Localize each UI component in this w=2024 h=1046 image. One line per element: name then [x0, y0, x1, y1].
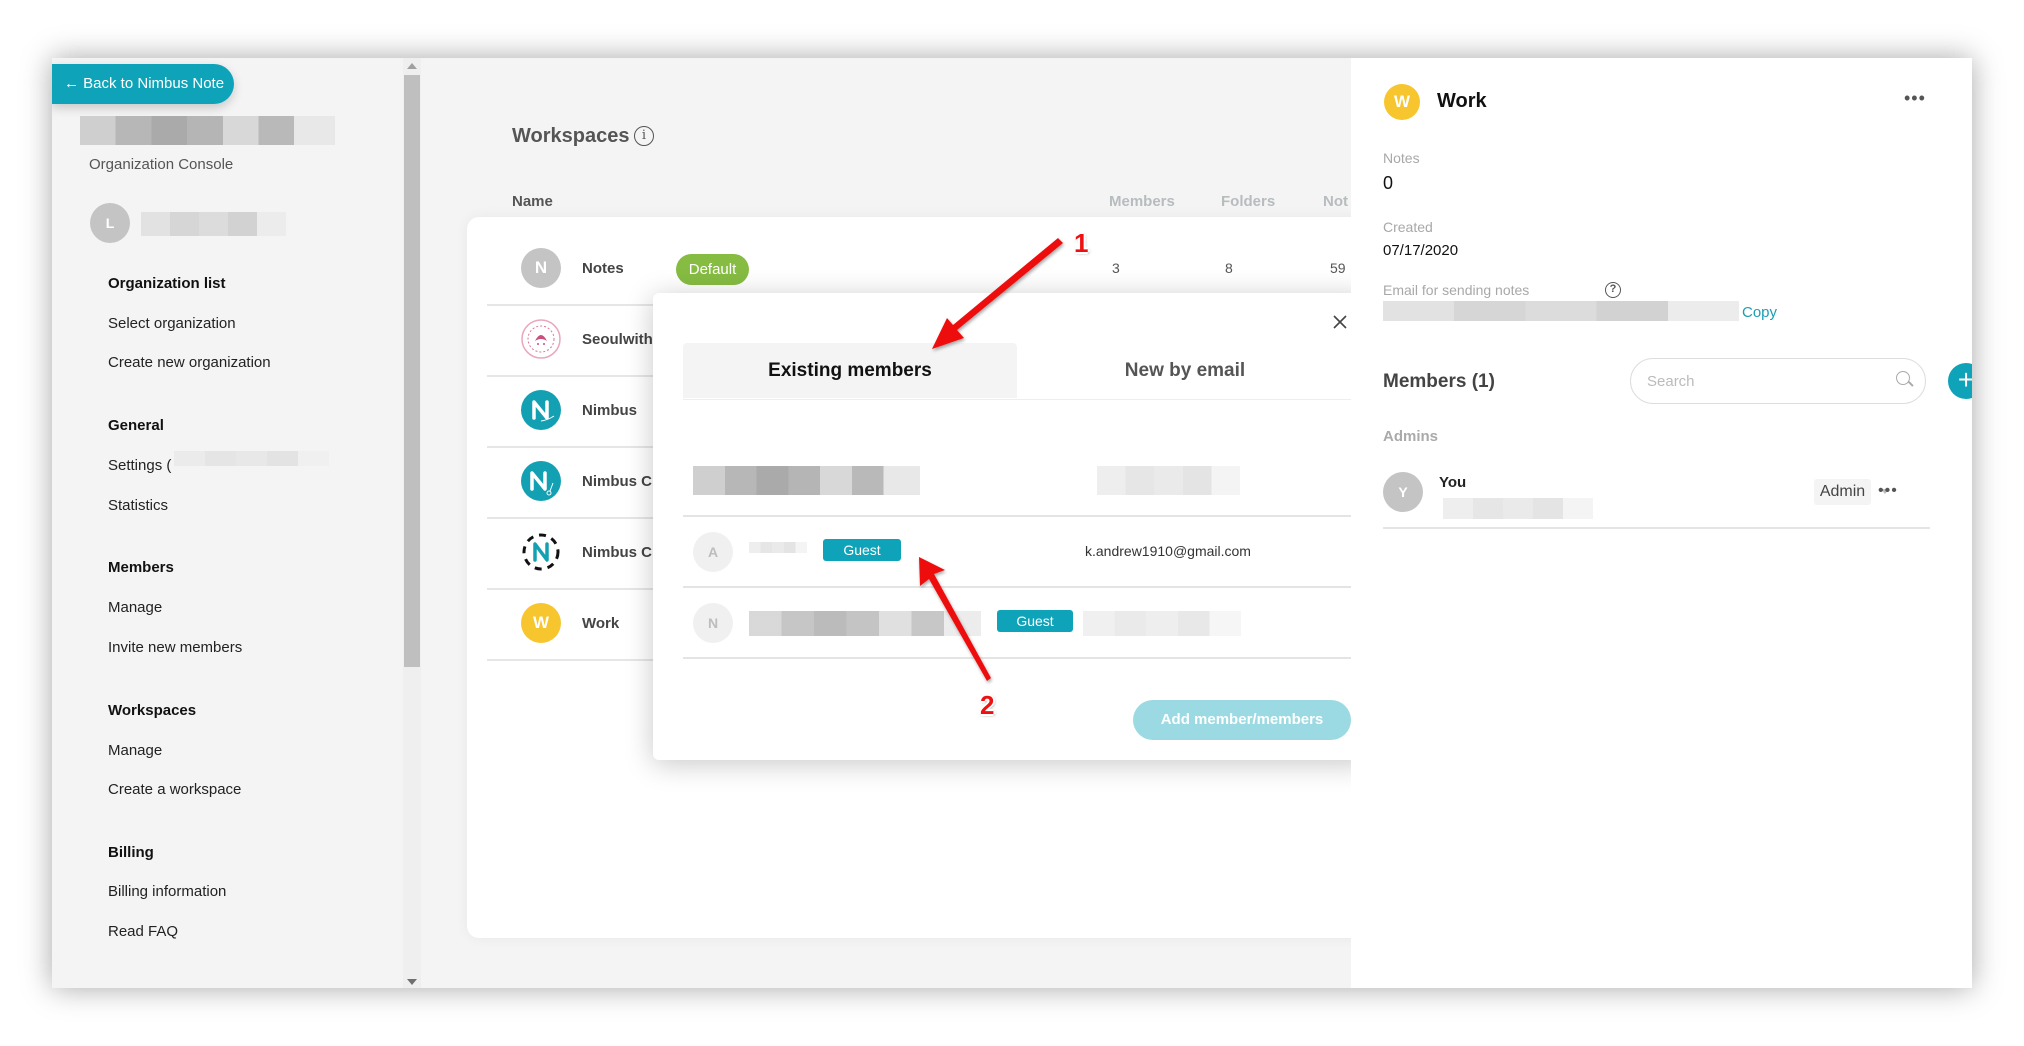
workspace-name: Nimbus C	[582, 544, 653, 561]
member-name-redacted	[749, 542, 807, 553]
column-header-members: Members	[1109, 193, 1175, 210]
copy-link[interactable]: Copy	[1742, 304, 1777, 321]
organization-console-label: Organization Console	[89, 156, 234, 173]
section-billing: Billing	[108, 844, 154, 861]
nimbus-clip-logo-icon	[521, 461, 561, 501]
default-badge: Default	[676, 254, 749, 285]
add-member-button[interactable]: +	[1948, 363, 1972, 399]
sidebar-item-workspaces-manage[interactable]: Manage	[108, 742, 162, 759]
sidebar-item-select-organization[interactable]: Select organization	[108, 315, 236, 332]
sidebar-item-invite-new-members[interactable]: Invite new members	[108, 639, 242, 656]
tab-divider	[683, 399, 1353, 400]
app-window: ← Back to Nimbus Note Organization Conso…	[52, 58, 1972, 988]
guest-badge[interactable]: Guest	[997, 610, 1073, 632]
column-header-notes: Not	[1323, 193, 1348, 210]
member-avatar: Y	[1383, 472, 1423, 512]
member-avatar: N	[693, 603, 733, 643]
member-name-redacted	[693, 466, 920, 495]
seoul-with-love-logo-icon	[521, 319, 561, 359]
member-divider	[683, 586, 1353, 588]
member-email: k.andrew1910@gmail.com	[1085, 543, 1251, 559]
workspace-avatar: W	[521, 603, 561, 643]
workspace-name: Notes	[582, 260, 624, 277]
section-workspaces: Workspaces	[108, 702, 197, 719]
more-options-icon[interactable]: •••	[1904, 88, 1926, 109]
annotation-label-1: 1	[1074, 228, 1089, 258]
workspace-details-panel: W Work ••• Notes 0 Created 07/17/2020 Em…	[1351, 58, 1972, 988]
sidebar: ← Back to Nimbus Note Organization Conso…	[52, 58, 422, 988]
created-date: 07/17/2020	[1383, 242, 1459, 259]
notes-value: 0	[1383, 173, 1394, 193]
add-members-modal: Existing members New by email A Guest k.…	[653, 293, 1371, 760]
back-to-nimbus-note-button[interactable]: ← Back to Nimbus Note	[52, 64, 234, 104]
sidebar-item-billing-information[interactable]: Billing information	[108, 883, 226, 900]
organization-name-redacted	[80, 116, 335, 145]
member-divider	[683, 657, 1353, 659]
user-name-redacted	[141, 212, 286, 236]
annotation-label-2: 2	[980, 690, 995, 720]
workspace-name: Nimbus C	[582, 473, 653, 490]
info-icon[interactable]: i	[634, 126, 654, 146]
sidebar-item-settings[interactable]: Settings (	[108, 457, 171, 474]
page-title: Workspaces	[512, 125, 630, 147]
member-divider	[1383, 527, 1930, 529]
created-label: Created	[1383, 219, 1433, 235]
sidebar-item-read-faq[interactable]: Read FAQ	[108, 923, 178, 940]
help-icon[interactable]: ?	[1605, 282, 1621, 298]
sidebar-item-create-a-workspace[interactable]: Create a workspace	[108, 781, 241, 798]
sidebar-item-create-new-organization[interactable]: Create new organization	[108, 354, 271, 371]
scroll-up-arrow-icon[interactable]	[407, 63, 417, 69]
member-name-redacted	[749, 611, 981, 636]
sidebar-scrollbar[interactable]	[403, 58, 421, 988]
admins-label: Admins	[1383, 428, 1439, 445]
tab-existing-members[interactable]: Existing members	[683, 343, 1017, 398]
workspace-avatar: N	[521, 248, 561, 288]
sidebar-item-statistics[interactable]: Statistics	[108, 497, 168, 514]
workspace-name: Seoulwith	[582, 331, 653, 348]
role-select[interactable]: Admin	[1814, 479, 1871, 505]
column-header-name: Name	[512, 193, 553, 210]
folders-count: 8	[1225, 260, 1233, 276]
search-icon	[1896, 371, 1910, 385]
workspace-name: Work	[582, 615, 620, 632]
member-avatar: A	[693, 532, 733, 572]
tab-new-by-email[interactable]: New by email	[1017, 343, 1353, 398]
member-email-redacted	[1097, 466, 1240, 495]
member-email-redacted	[1083, 611, 1241, 636]
nimbus-logo-icon	[521, 390, 561, 430]
member-divider	[683, 515, 1353, 517]
section-organization-list: Organization list	[108, 275, 226, 292]
column-header-folders: Folders	[1221, 193, 1276, 210]
member-name: You	[1439, 474, 1467, 491]
members-title: Members (1)	[1383, 371, 1495, 392]
email-for-sending-notes-label: Email for sending notes	[1383, 282, 1530, 298]
notes-label: Notes	[1383, 150, 1420, 166]
section-members: Members	[108, 559, 174, 576]
settings-suffix-redacted	[174, 451, 329, 466]
member-search-input[interactable]	[1630, 358, 1926, 404]
member-more-options-icon[interactable]: •••	[1878, 482, 1898, 500]
user-avatar: L	[90, 203, 130, 243]
close-icon[interactable]	[1329, 311, 1351, 333]
nimbus-dashed-logo-icon	[522, 533, 560, 571]
members-count: 3	[1112, 260, 1120, 276]
sidebar-item-members-manage[interactable]: Manage	[108, 599, 162, 616]
member-email-redacted	[1443, 498, 1593, 519]
workspace-name: Nimbus	[582, 402, 638, 419]
notes-count: 59	[1330, 260, 1346, 276]
add-members-button[interactable]: Add member/members	[1133, 700, 1351, 740]
guest-badge[interactable]: Guest	[823, 539, 901, 561]
workspace-title: Work	[1437, 90, 1487, 112]
scroll-down-arrow-icon[interactable]	[407, 979, 417, 985]
workspace-avatar: W	[1384, 84, 1420, 120]
scrollbar-thumb[interactable]	[404, 75, 420, 667]
section-general: General	[108, 417, 164, 434]
sending-email-redacted	[1383, 301, 1739, 321]
